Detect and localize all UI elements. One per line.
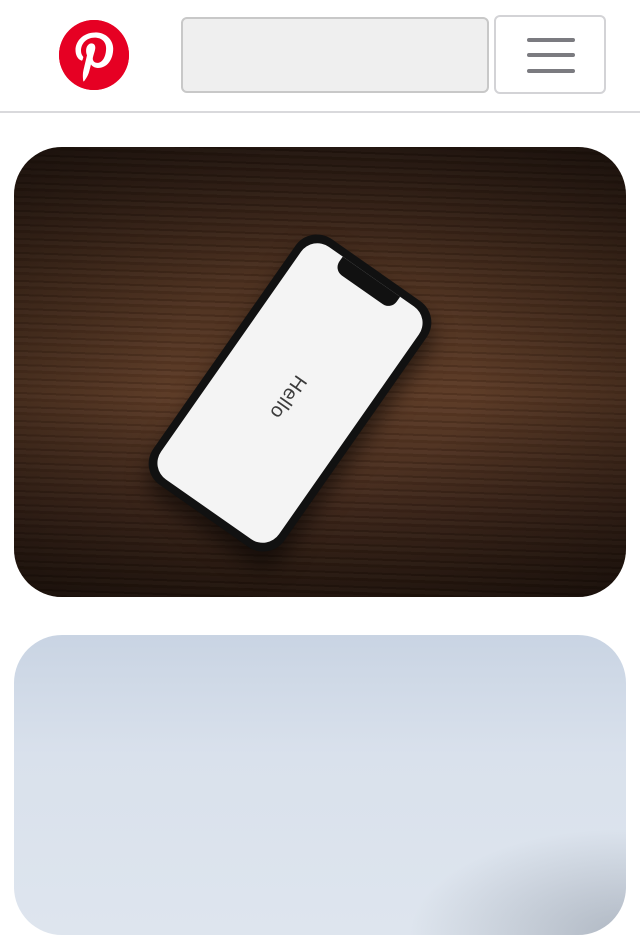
menu-button[interactable] [494, 15, 606, 94]
pinterest-logo-icon[interactable] [59, 20, 129, 90]
sky-shade [14, 635, 626, 935]
menu-bar-bottom [527, 69, 575, 73]
pin-card-sky[interactable] [14, 635, 626, 935]
pin-card-phone[interactable]: Hello [14, 147, 626, 597]
pinterest-p-glyph [59, 20, 129, 90]
search-input[interactable] [181, 17, 489, 93]
phone-screen-text: Hello [265, 370, 311, 423]
menu-bar-middle [527, 53, 575, 57]
top-bar [0, 0, 640, 113]
menu-bar-top [527, 38, 575, 42]
